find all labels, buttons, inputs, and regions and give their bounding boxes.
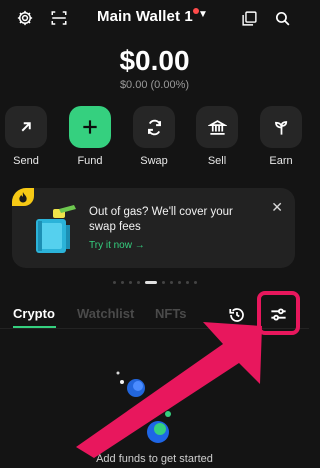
pager-dot[interactable] <box>136 281 140 284</box>
close-icon[interactable]: ✕ <box>271 199 283 216</box>
tab-crypto[interactable]: Crypto <box>13 306 55 321</box>
empty-state-message: Add funds to get started <box>96 453 213 465</box>
pager-dot[interactable] <box>128 281 132 284</box>
filter-highlight-box <box>257 291 300 335</box>
earn-button-bg[interactable] <box>260 106 302 148</box>
plus-icon <box>83 120 97 134</box>
chevron-down-icon[interactable]: ▼ <box>198 9 208 20</box>
sell-button[interactable]: Sell <box>196 106 238 167</box>
sell-label: Sell <box>207 155 227 167</box>
copy-icon[interactable] <box>238 7 260 29</box>
fund-label: Fund <box>77 155 103 167</box>
gas-can-illustration <box>36 205 76 253</box>
pager-dot[interactable] <box>169 281 173 284</box>
swap-icon <box>147 119 161 135</box>
pager-dot[interactable] <box>193 281 197 284</box>
promo-title: Out of gas? We'll cover your swap fees <box>89 206 233 233</box>
balance-change: $0.00 (0.00%) <box>119 79 190 91</box>
send-button[interactable]: Send <box>5 106 47 167</box>
pager-dot[interactable] <box>185 281 189 284</box>
scan-icon[interactable] <box>48 7 70 29</box>
fund-button[interactable]: Fund <box>69 106 111 167</box>
swap-button[interactable]: Swap <box>133 106 175 167</box>
swap-label: Swap <box>140 155 168 167</box>
gear-icon[interactable] <box>14 7 36 29</box>
pager-dot[interactable] <box>120 281 124 284</box>
earn-button[interactable]: Earn <box>260 106 302 167</box>
wallet-home-screen: Main Wallet 1 ▼ $0.00 $0.00 (0.00%) Send <box>0 0 309 468</box>
arrow-up-right-icon <box>21 122 31 132</box>
send-button-bg[interactable] <box>5 106 47 148</box>
top-bar: Main Wallet 1 ▼ <box>0 0 309 36</box>
carousel-pager <box>0 281 309 284</box>
bank-icon <box>207 119 227 135</box>
send-label: Send <box>13 155 39 167</box>
pager-dot-active[interactable] <box>144 281 157 284</box>
wallet-selector[interactable]: Main Wallet 1 <box>97 8 193 25</box>
pager-dot[interactable] <box>161 281 165 284</box>
tab-nfts[interactable]: NFTs <box>155 306 187 321</box>
promo-card[interactable]: Out of gas? We'll cover your swap fees T… <box>12 188 295 268</box>
swap-button-bg[interactable] <box>133 106 175 148</box>
earn-label: Earn <box>269 155 293 167</box>
balance-amount: $0.00 <box>119 45 190 76</box>
sprout-icon <box>274 120 287 135</box>
pager-dot[interactable] <box>177 281 181 284</box>
pager-dot[interactable] <box>112 281 116 284</box>
sell-button-bg[interactable] <box>196 106 238 148</box>
empty-state-illustration <box>116 371 171 443</box>
tab-watchlist[interactable]: Watchlist <box>77 306 134 321</box>
promo-cta-link[interactable]: Try it now → <box>89 240 145 251</box>
history-icon[interactable] <box>226 304 248 326</box>
fund-button-bg[interactable] <box>69 106 111 148</box>
search-icon[interactable] <box>271 7 293 29</box>
